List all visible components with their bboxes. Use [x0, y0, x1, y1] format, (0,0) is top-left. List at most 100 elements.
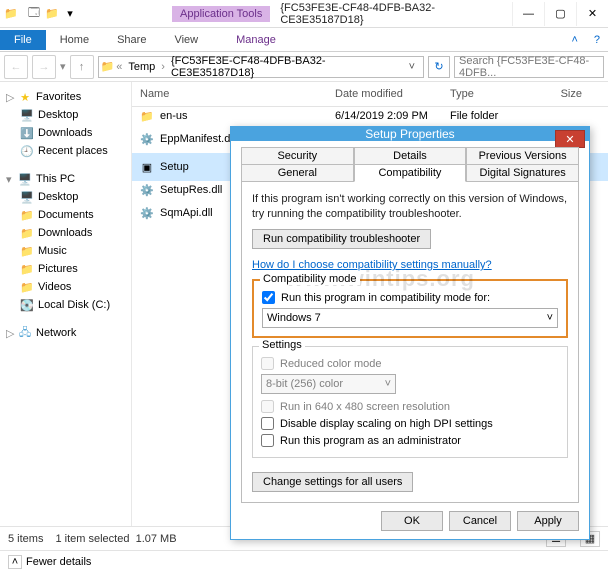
downloads-icon: ⬇️ [20, 126, 34, 140]
nav-item-music[interactable]: 📁Music [2, 242, 129, 260]
file-name: EppManifest.dll [160, 133, 235, 145]
disable-dpi-checkbox[interactable] [261, 417, 274, 430]
details-toggle[interactable]: ˄ Fewer details [0, 550, 608, 573]
col-size[interactable]: Size [542, 82, 590, 106]
nav-item-desktop[interactable]: 🖥️ Desktop [2, 188, 129, 206]
qat-dropdown-icon[interactable]: ▾ [62, 6, 78, 22]
dialog-title-bar[interactable]: Setup Properties ✕ [231, 127, 589, 141]
run-640-label: Run in 640 x 480 screen resolution [280, 401, 450, 413]
file-name: en-us [160, 110, 188, 122]
nav-forward-button[interactable]: → [32, 55, 56, 79]
file-name: SetupRes.dll [160, 184, 222, 196]
address-bar: ← → ▾ ↑ 📁 « Temp › {FC53FE3E-CF48-4DFB-B… [0, 52, 608, 82]
folder-icon: 📁 [101, 60, 115, 74]
folder-icon: 📁 [20, 244, 34, 258]
breadcrumb-segment[interactable]: Temp [124, 61, 159, 73]
nav-item-downloads[interactable]: 📁Downloads [2, 224, 129, 242]
col-date[interactable]: Date modified [327, 82, 442, 106]
maximize-button[interactable]: ▢ [544, 2, 576, 26]
chevron-down-icon: ˅ [385, 378, 391, 390]
chevron-up-icon: ˄ [8, 555, 22, 569]
nav-item-recent[interactable]: 🕘 Recent places [2, 142, 129, 160]
column-headers: Name Date modified Type Size [132, 82, 608, 107]
new-folder-icon[interactable]: 📁 [44, 6, 60, 22]
tab-compatibility[interactable]: Compatibility [354, 164, 467, 182]
folder-icon: 📁 [20, 280, 34, 294]
help-link[interactable]: How do I choose compatibility settings m… [252, 259, 492, 271]
nav-item-desktop[interactable]: 🖥️Desktop [2, 106, 129, 124]
breadcrumb[interactable]: 📁 « Temp › {FC53FE3E-CF48-4DFB-BA32-CE3E… [98, 56, 424, 78]
compat-mode-checkbox[interactable] [262, 291, 275, 304]
desktop-icon: 🖥️ [20, 108, 34, 122]
nav-item-label: Desktop [38, 191, 78, 203]
desktop-icon: 🖥️ [20, 190, 34, 204]
chevron-up-icon[interactable]: ˄ [563, 34, 585, 46]
props-icon[interactable]: 🗔 [26, 6, 42, 22]
nav-label: This PC [36, 173, 75, 185]
tab-digital-signatures[interactable]: Digital Signatures [466, 164, 579, 182]
recent-icon: 🕘 [20, 144, 34, 158]
disk-icon: 💽 [20, 298, 34, 312]
dialog-title: Setup Properties [365, 127, 454, 141]
nav-label: Favorites [36, 91, 81, 103]
file-name: SqmApi.dll [160, 207, 213, 219]
star-icon: ★ [18, 90, 32, 104]
tab-share[interactable]: Share [103, 30, 160, 50]
nav-item-label: Documents [38, 209, 94, 221]
nav-item-videos[interactable]: 📁 Videos [2, 278, 129, 296]
title-bar: 📁 🗔 📁 ▾ Application Tools {FC53FE3E-CF48… [0, 0, 608, 28]
quick-access-toolbar: 🗔 📁 ▾ [22, 6, 82, 22]
contextual-tab-label: Application Tools [172, 6, 270, 22]
run-troubleshooter-button[interactable]: Run compatibility troubleshooter [252, 229, 431, 249]
window-title: {FC53FE3E-CF48-4DFB-BA32-CE3E35187D18} [270, 2, 512, 26]
nav-up-button[interactable]: ↑ [70, 55, 94, 79]
chevron-right-icon: › [159, 61, 167, 73]
close-button[interactable]: ✕ [576, 2, 608, 26]
nav-favorites[interactable]: ▷★Favorites [2, 88, 129, 106]
tab-home[interactable]: Home [46, 30, 103, 50]
nav-item-localdisk[interactable]: 💽Local Disk (C:) [2, 296, 129, 314]
run-admin-checkbox[interactable] [261, 434, 274, 447]
details-toggle-label: Fewer details [26, 556, 91, 568]
compat-os-select[interactable]: Windows 7 ˅ [262, 308, 558, 328]
nav-back-button[interactable]: ← [4, 55, 28, 79]
change-all-users-button[interactable]: Change settings for all users [252, 472, 413, 492]
tab-view[interactable]: View [160, 30, 212, 50]
tab-security[interactable]: Security [241, 147, 354, 164]
tab-general[interactable]: General [241, 164, 354, 182]
col-name[interactable]: Name [132, 82, 327, 106]
tab-details[interactable]: Details [354, 147, 467, 164]
nav-item-documents[interactable]: 📁Documents [2, 206, 129, 224]
nav-item-pictures[interactable]: 📁Pictures [2, 260, 129, 278]
nav-item-label: Videos [38, 281, 71, 293]
dialog-footer: OK Cancel Apply [231, 503, 589, 539]
search-input[interactable]: Search {FC53FE3E-CF48-4DFB... [454, 56, 604, 78]
cancel-button[interactable]: Cancel [449, 511, 511, 531]
address-dropdown-icon[interactable]: ˅ [403, 61, 421, 73]
ok-button[interactable]: OK [381, 511, 443, 531]
tab-previous-versions[interactable]: Previous Versions [466, 147, 579, 164]
file-tab[interactable]: File [0, 30, 46, 50]
help-icon[interactable]: ? [586, 34, 608, 46]
col-type[interactable]: Type [442, 82, 542, 106]
tab-manage[interactable]: Manage [222, 30, 290, 50]
file-row[interactable]: 📁en-us6/14/2019 2:09 PMFile folder [132, 107, 608, 125]
network-icon: 🖧 [18, 326, 32, 340]
search-placeholder: Search {FC53FE3E-CF48-4DFB... [459, 55, 599, 79]
reduced-color-checkbox[interactable] [261, 357, 274, 370]
nav-thispc[interactable]: ▾🖥️This PC [2, 170, 129, 188]
run-640-checkbox[interactable] [261, 400, 274, 413]
compat-description: If this program isn't working correctly … [252, 192, 568, 221]
nav-item-downloads[interactable]: ⬇️Downloads [2, 124, 129, 142]
breadcrumb-segment[interactable]: {FC53FE3E-CF48-4DFB-BA32-CE3E35187D18} [167, 55, 403, 79]
nav-item-label: Pictures [38, 263, 78, 275]
nav-history-dropdown[interactable]: ▾ [60, 60, 66, 73]
refresh-button[interactable]: ↻ [428, 56, 450, 78]
pc-icon: 🖥️ [18, 172, 32, 186]
file-name: Setup [160, 161, 189, 173]
nav-network[interactable]: ▷🖧Network [2, 324, 129, 342]
apply-button[interactable]: Apply [517, 511, 579, 531]
group-label: Settings [259, 339, 305, 351]
minimize-button[interactable]: — [512, 2, 544, 26]
nav-item-label: Recent places [38, 145, 108, 157]
